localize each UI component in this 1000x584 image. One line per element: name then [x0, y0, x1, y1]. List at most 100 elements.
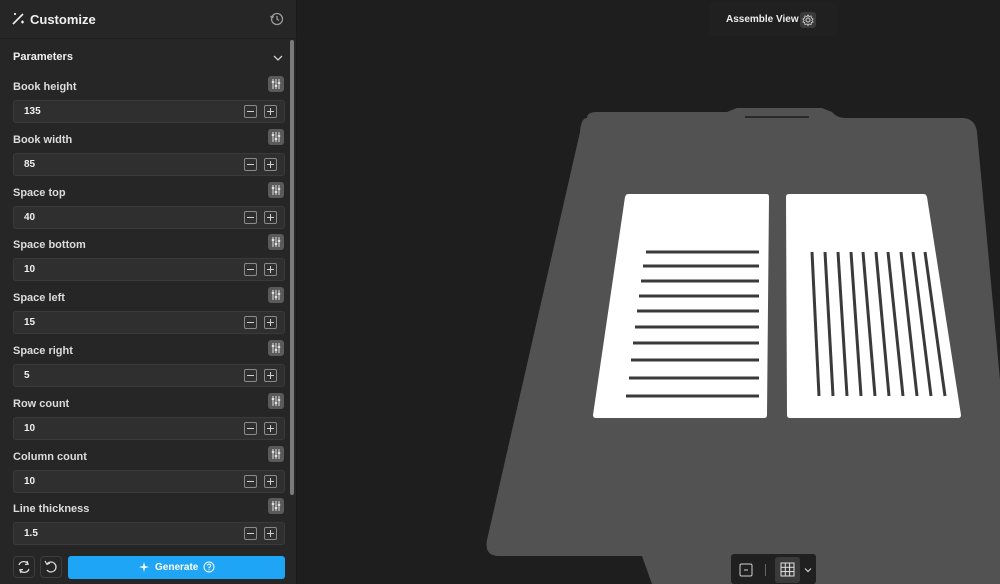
parameter-row: Book width 85 [0, 128, 290, 187]
grid-view-button[interactable] [775, 557, 800, 583]
parameter-value[interactable]: 40 [24, 212, 35, 223]
tune-button[interactable] [268, 181, 284, 198]
sliders-icon [271, 448, 281, 459]
tune-button[interactable] [268, 76, 284, 92]
increment-button[interactable] [264, 263, 277, 277]
view-toolbar [731, 554, 816, 584]
tune-button[interactable] [268, 340, 284, 356]
parameter-input[interactable]: 135 [13, 100, 285, 123]
tune-button[interactable] [268, 498, 284, 515]
3d-viewport[interactable]: Assemble View [297, 0, 1000, 584]
build-plate-scene[interactable] [297, 0, 1000, 584]
tune-button[interactable] [268, 287, 284, 304]
parameter-value[interactable]: 5 [24, 370, 30, 381]
parameter-input[interactable]: 15 [13, 311, 285, 335]
parameter-value[interactable]: 15 [24, 317, 35, 328]
parameter-label: Line thickness [13, 503, 90, 516]
parameter-row: Space right 5 [0, 340, 290, 398]
parameter-value[interactable]: 1.5 [24, 528, 38, 539]
parameter-label: Space bottom [13, 239, 86, 252]
perspective-view-icon[interactable] [739, 563, 753, 577]
sidebar-scrollbar[interactable] [290, 40, 294, 495]
decrement-button[interactable] [244, 316, 257, 330]
decrement-button[interactable] [244, 263, 257, 277]
sliders-icon [271, 79, 281, 89]
tune-button[interactable] [268, 445, 284, 462]
parameter-value[interactable]: 10 [24, 423, 35, 434]
parameter-label: Space top [13, 186, 66, 199]
parameter-row: Row count 10 [0, 392, 290, 451]
increment-button[interactable] [264, 210, 277, 224]
parameter-value[interactable]: 135 [24, 106, 41, 117]
decrement-button[interactable] [244, 527, 257, 541]
magic-wand-icon [12, 13, 24, 25]
reset-button[interactable] [40, 556, 62, 578]
gear-icon [802, 14, 814, 27]
parameter-input[interactable]: 10 [13, 469, 285, 493]
toolbar-divider [765, 564, 766, 576]
customize-sidebar: Customize Parameters Book height 135 Book … [0, 0, 297, 584]
refresh-button[interactable] [13, 556, 35, 578]
generate-button[interactable]: Generate [68, 556, 285, 579]
sliders-icon [271, 343, 281, 353]
generate-label: Generate [155, 562, 199, 573]
sliders-icon [271, 237, 281, 248]
decrement-button[interactable] [244, 210, 257, 224]
undo-icon [44, 560, 57, 573]
help-icon[interactable] [203, 561, 215, 573]
parameter-input[interactable]: 10 [13, 258, 285, 282]
assemble-view-label: Assemble View [726, 14, 799, 25]
increment-button[interactable] [264, 527, 277, 541]
decrement-button[interactable] [244, 474, 257, 488]
parameter-label: Book width [13, 133, 73, 146]
parameter-label: Space right [13, 345, 73, 357]
history-icon[interactable] [269, 11, 285, 27]
parameter-input[interactable]: 5 [13, 364, 285, 387]
parameter-value[interactable]: 10 [24, 264, 35, 275]
increment-button[interactable] [264, 369, 277, 382]
parameter-label: Column count [13, 450, 87, 463]
parameter-row: Space left 15 [0, 287, 290, 345]
refresh-icon [18, 560, 30, 574]
parameter-row: Book height 135 [0, 76, 290, 134]
grid-icon [780, 562, 795, 577]
parameter-value[interactable]: 85 [24, 159, 35, 170]
sidebar-header: Customize [0, 0, 297, 39]
chevron-down-icon[interactable] [272, 52, 284, 64]
parameter-row: Space top 40 [0, 181, 290, 240]
parameter-label: Space left [13, 292, 65, 305]
increment-button[interactable] [264, 105, 277, 118]
parameters-heading: Parameters [13, 51, 73, 63]
parameter-input[interactable]: 85 [13, 152, 285, 176]
decrement-button[interactable] [244, 421, 257, 435]
sliders-icon [271, 184, 281, 195]
increment-button[interactable] [264, 474, 277, 488]
parameter-row: Line thickness 1.5 [0, 498, 290, 556]
decrement-button[interactable] [244, 369, 257, 382]
assemble-settings-button[interactable] [800, 12, 816, 28]
sparkle-icon [139, 562, 149, 572]
parameter-input[interactable]: 40 [13, 205, 285, 229]
decrement-button[interactable] [244, 105, 257, 118]
parameter-row: Column count 10 [0, 445, 290, 504]
sliders-icon [271, 395, 281, 406]
increment-button[interactable] [264, 157, 277, 171]
sliders-icon [271, 501, 281, 512]
sidebar-title: Customize [30, 12, 96, 27]
parameter-input[interactable]: 1.5 [13, 522, 285, 546]
increment-button[interactable] [264, 316, 277, 330]
increment-button[interactable] [264, 421, 277, 435]
parameter-input[interactable]: 10 [13, 416, 285, 440]
parameter-label: Row count [13, 397, 70, 410]
parameter-value[interactable]: 10 [24, 476, 35, 487]
assemble-view-toggle: Assemble View [709, 2, 837, 36]
tune-button[interactable] [268, 128, 284, 145]
parameter-label: Book height [13, 81, 77, 93]
tune-button[interactable] [268, 392, 284, 409]
sliders-icon [271, 290, 281, 301]
decrement-button[interactable] [244, 157, 257, 171]
sliders-icon [271, 131, 281, 142]
sidebar-footer: Generate [0, 550, 297, 584]
tune-button[interactable] [268, 234, 284, 251]
chevron-down-icon[interactable] [803, 565, 813, 575]
